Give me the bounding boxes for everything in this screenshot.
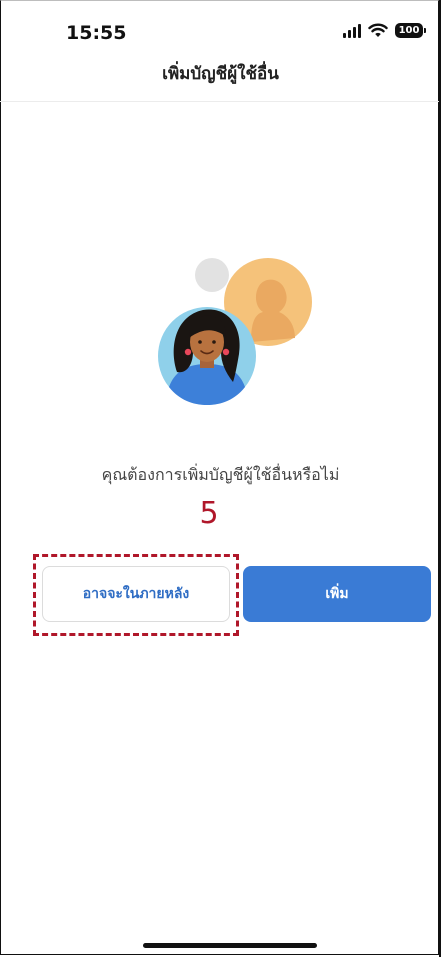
battery-level: 100 — [398, 24, 420, 36]
page-title: เพิ่มบัญชีผู้ใช้อื่น — [162, 64, 279, 84]
status-icons: 100 — [343, 22, 426, 38]
add-label: เพิ่ม — [325, 586, 349, 602]
maybe-later-label: อาจจะในภายหลัง — [82, 586, 190, 602]
battery-icon: 100 — [395, 22, 426, 38]
maybe-later-button[interactable]: อาจจะในภายหลัง — [42, 566, 230, 622]
add-account-prompt: คุณต้องการเพิ่มบัญชีผู้ใช้อื่นหรือไม่ — [101, 465, 340, 484]
status-time: 15:55 — [66, 22, 127, 44]
header-divider — [0, 101, 439, 102]
add-button[interactable]: เพิ่ม — [243, 566, 431, 622]
wifi-icon — [368, 23, 388, 37]
add-account-people-illustration — [158, 258, 312, 405]
step-number-annotation: 5 — [199, 496, 219, 531]
cellular-signal-icon — [343, 22, 361, 38]
home-indicator[interactable] — [143, 943, 317, 948]
